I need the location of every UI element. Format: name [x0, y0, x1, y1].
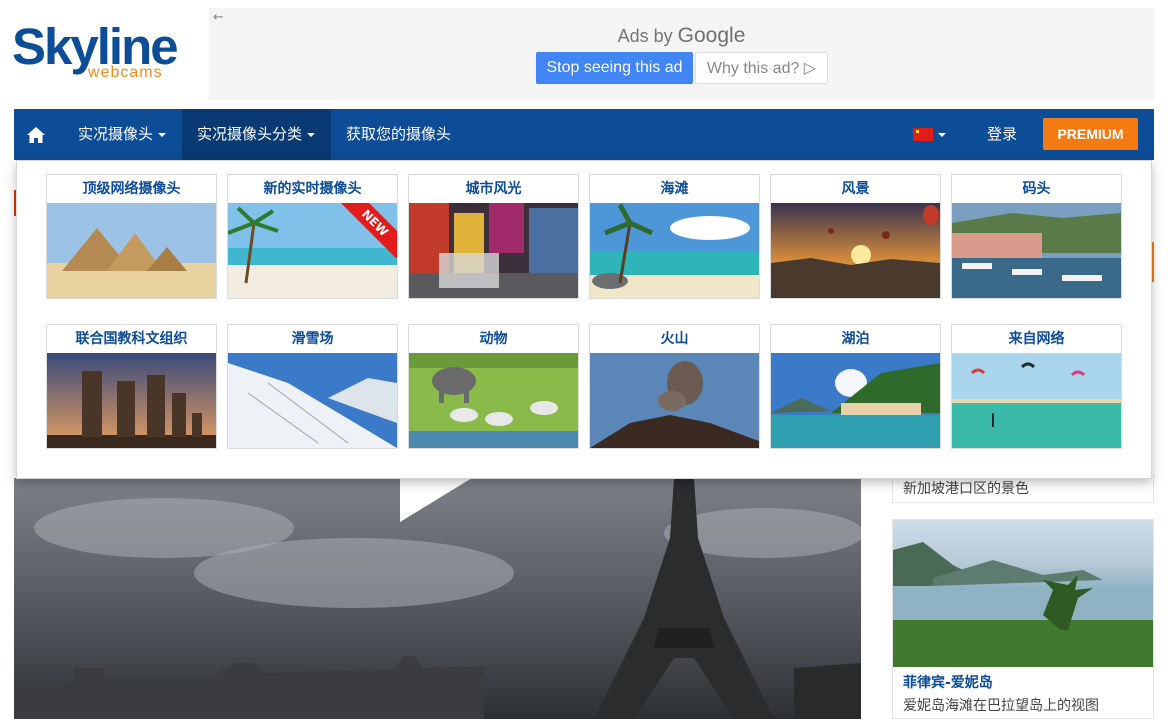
- balloons-sunset-image: [771, 203, 940, 298]
- category-label: 湖泊: [841, 331, 870, 347]
- caret-down-icon: [938, 132, 946, 137]
- nav-login[interactable]: 登录: [987, 109, 1017, 160]
- speech-pointer: [400, 478, 472, 522]
- main-navbar: 实况摄像头 实况摄像头分类 获取您的摄像头 登录 PREMIUM: [14, 109, 1154, 160]
- china-flag-icon: [913, 128, 933, 141]
- harbor-image: [952, 203, 1121, 298]
- category-label: 滑雪场: [291, 331, 334, 347]
- category-tile-new-webcams[interactable]: 新的实时摄像头 NEW: [227, 174, 398, 299]
- nav-live-categories-label: 实况摄像头分类: [197, 125, 303, 143]
- category-label: 海滩: [660, 181, 689, 197]
- category-label: 来自网络: [1008, 331, 1065, 347]
- tropical-beach-image: [590, 203, 759, 298]
- premium-button[interactable]: PREMIUM: [1043, 118, 1138, 150]
- nav-get-your-cam-label: 获取您的摄像头: [346, 125, 452, 143]
- cloud-shape: [194, 538, 514, 608]
- caret-down-icon: [158, 132, 167, 137]
- google-text: Google: [677, 24, 746, 47]
- category-label: 新的实时摄像头: [263, 181, 362, 197]
- nav-get-your-cam[interactable]: 获取您的摄像头: [346, 109, 451, 160]
- categories-dropdown-menu: 顶级网络摄像头 新的实时摄像头 NEW 城市风光 海滩 风景 码头 联合国教科文…: [16, 160, 1152, 479]
- category-label: 火山: [660, 331, 689, 347]
- category-label: 城市风光: [465, 181, 522, 197]
- category-label: 顶级网络摄像头: [82, 181, 181, 197]
- category-label: 动物: [479, 331, 508, 347]
- nav-live-cams[interactable]: 实况摄像头: [78, 109, 167, 160]
- ads-by-text: Ads by: [617, 26, 673, 46]
- page: Skyline webcams ← Ads by Google Stop see…: [0, 0, 1168, 719]
- site-logo[interactable]: Skyline webcams: [12, 21, 187, 86]
- category-tile-from-web[interactable]: 来自网络: [951, 324, 1122, 449]
- language-selector[interactable]: [913, 109, 946, 160]
- volcano-image: [590, 353, 759, 448]
- home-button[interactable]: [26, 109, 52, 160]
- beach-palm-image: NEW: [228, 203, 397, 298]
- city-street-image: [409, 203, 578, 298]
- sidebar-card-text: 爱妮岛海滩在巴拉望岛上的视图: [903, 698, 1099, 714]
- category-label: 风景: [841, 181, 870, 197]
- category-tile-volcanoes[interactable]: 火山: [589, 324, 760, 449]
- sidebar-card-el-nido[interactable]: 菲律宾-爱妮岛 爱妮岛海滩在巴拉望岛上的视图: [892, 519, 1154, 719]
- el-nido-image: [893, 520, 1153, 667]
- logo-subtext: webcams: [88, 64, 163, 81]
- ads-by-google-label: Ads by Google: [209, 24, 1154, 48]
- category-tile-top-webcams[interactable]: 顶级网络摄像头: [46, 174, 217, 299]
- caret-down-icon: [307, 132, 316, 137]
- nav-live-cams-label: 实况摄像头: [78, 125, 154, 143]
- category-label: 联合国教科文组织: [75, 331, 188, 347]
- safari-image: [409, 353, 578, 448]
- category-tile-beaches[interactable]: 海滩: [589, 174, 760, 299]
- category-tile-unesco[interactable]: 联合国教科文组织: [46, 324, 217, 449]
- stop-seeing-ad-button[interactable]: Stop seeing this ad: [536, 52, 693, 84]
- city-skyline-image: [14, 656, 861, 719]
- category-tile-lakes[interactable]: 湖泊: [770, 324, 941, 449]
- category-tile-cityscapes[interactable]: 城市风光: [408, 174, 579, 299]
- nav-live-categories[interactable]: 实况摄像头分类: [182, 109, 331, 160]
- category-tile-animals[interactable]: 动物: [408, 324, 579, 449]
- category-label: 码头: [1022, 181, 1051, 197]
- category-tile-ski-resorts[interactable]: 滑雪场: [227, 324, 398, 449]
- category-tile-harbors[interactable]: 码头: [951, 174, 1122, 299]
- back-arrow-icon[interactable]: ←: [213, 10, 224, 25]
- home-icon: [27, 126, 45, 143]
- ad-banner: ← Ads by Google Stop seeing this ad Why …: [209, 8, 1154, 100]
- category-tile-landscapes[interactable]: 风景: [770, 174, 941, 299]
- sidebar-card-title: 菲律宾-爱妮岛: [903, 675, 993, 691]
- pyramids-image: [47, 203, 216, 298]
- ski-slope-image: [228, 353, 397, 448]
- moai-image: [47, 353, 216, 448]
- lake-village-image: [771, 353, 940, 448]
- why-this-ad-button[interactable]: Why this ad? ▷: [695, 52, 828, 84]
- nav-login-label: 登录: [987, 125, 1018, 143]
- kite-beach-image: [952, 353, 1121, 448]
- main-video-player[interactable]: [14, 478, 861, 719]
